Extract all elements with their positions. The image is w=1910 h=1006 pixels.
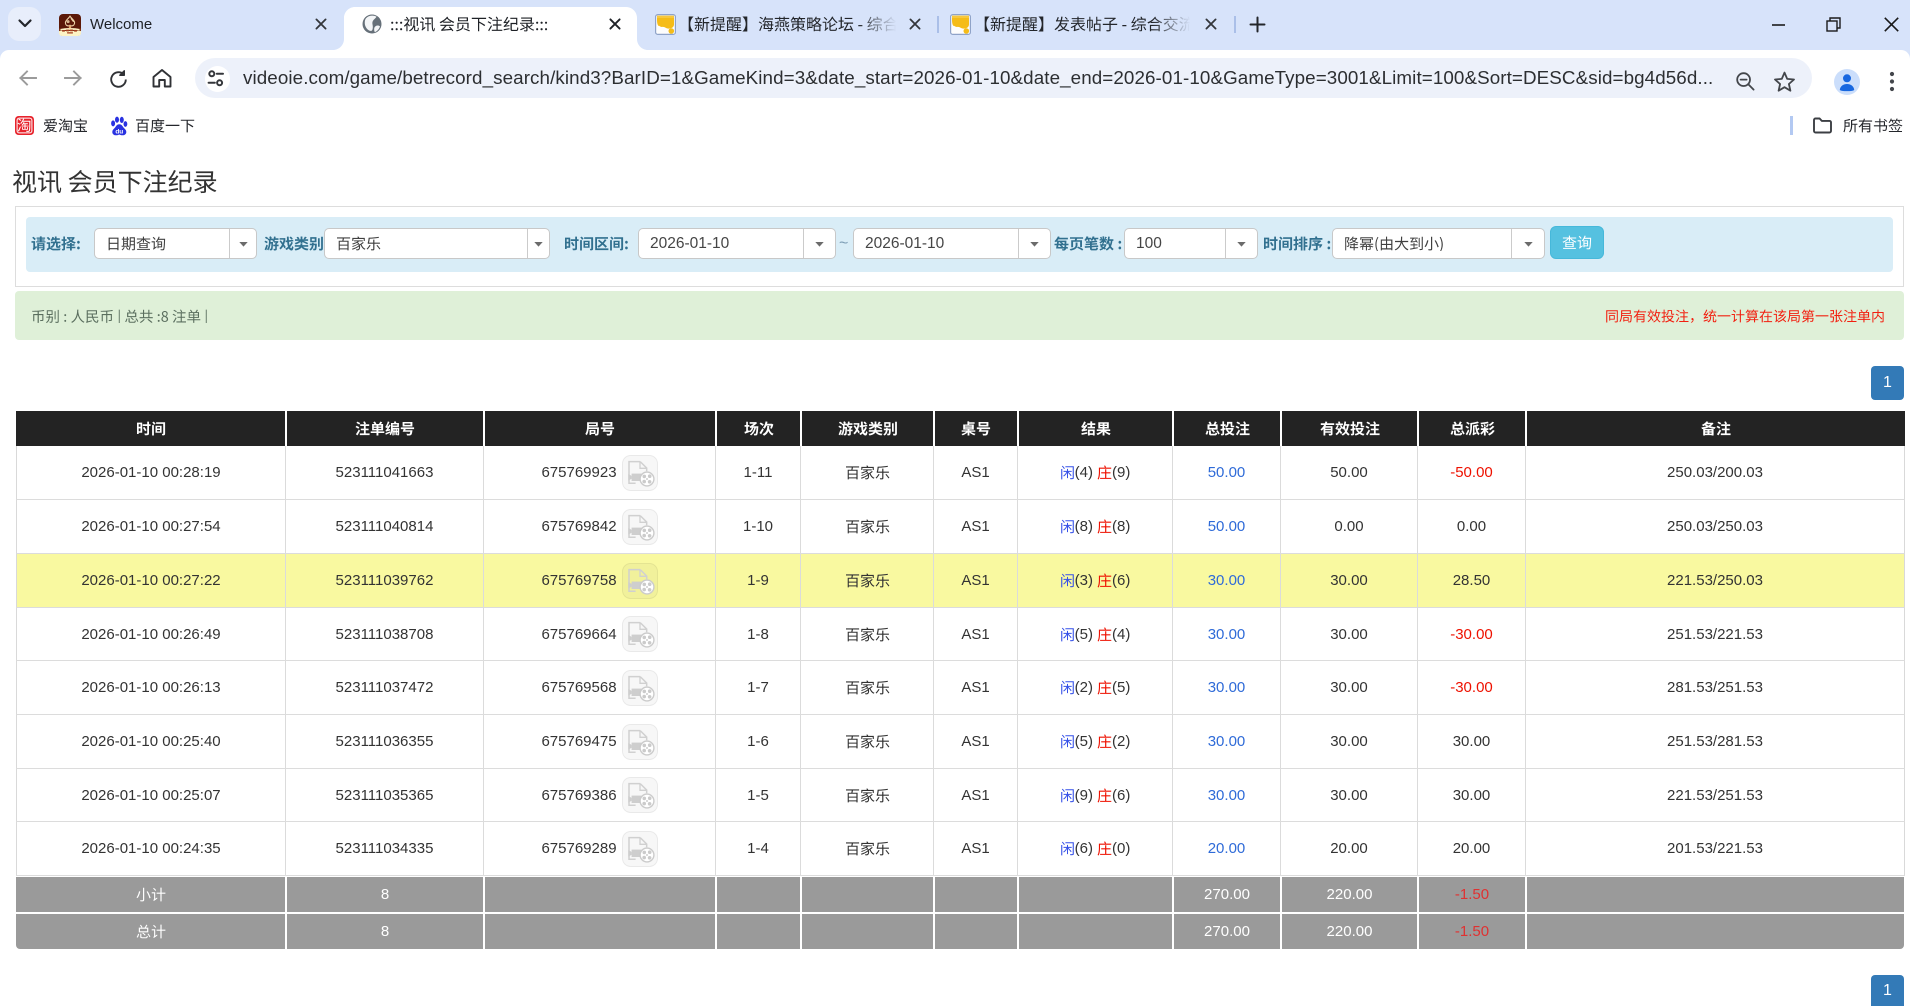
svg-text:du: du (115, 128, 123, 135)
